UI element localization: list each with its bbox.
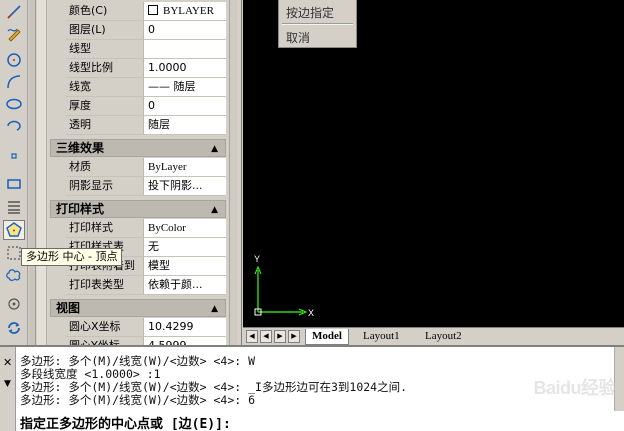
prop-row-color[interactable]: 颜色(C) BYLAYER (66, 2, 226, 21)
prop-value[interactable]: —— 随层 (144, 78, 226, 96)
ucs-icon: Y X (254, 254, 314, 318)
circle-tool-icon[interactable] (3, 50, 25, 70)
ellipse-tool-icon[interactable] (3, 94, 25, 114)
section-plot-style[interactable]: 打印样式 ▲ (50, 200, 226, 218)
prop-key: 颜色(C) (66, 2, 144, 20)
tab-model[interactable]: Model (305, 329, 349, 345)
collapse-caret-icon[interactable]: ▲ (211, 301, 218, 317)
polygon-tooltip: 多边形 中心 - 顶点 (21, 248, 123, 266)
panel-grip-inner[interactable] (37, 0, 47, 345)
first-tab-button[interactable]: ◀ (246, 330, 258, 343)
palette-splitter[interactable] (237, 0, 242, 345)
arc-tool-icon[interactable] (3, 72, 25, 92)
prop-value[interactable]: 0 (144, 21, 226, 39)
prop-key: 圆心Y坐标 (66, 337, 144, 345)
color-swatch-icon (148, 5, 158, 15)
prop-row-transparency[interactable]: 透明 随层 (66, 116, 226, 135)
menu-item-by-edge[interactable]: 按边指定 (286, 4, 334, 21)
prop-key: 阴影显示 (66, 177, 144, 195)
prop-value-text: BYLAYER (163, 5, 214, 17)
section-view[interactable]: 视图 ▲ (50, 299, 226, 317)
prop-key: 线型比例 (66, 59, 144, 77)
collapse-caret-icon[interactable]: ▲ (211, 202, 218, 218)
spring-tool-icon[interactable] (3, 197, 25, 217)
nav-glyph: ◀ (249, 332, 255, 340)
prop-value[interactable]: 随层 (144, 116, 226, 134)
prop-value[interactable]: ByLayer (144, 158, 226, 176)
rectangle-tool-icon[interactable] (3, 174, 25, 194)
layout-tab-bar: ◀ ◀ ▶ ▶ Model Layout1 Layout2 (243, 327, 624, 345)
close-icon[interactable]: ✕ (3, 356, 12, 369)
prev-tab-button[interactable]: ◀ (260, 330, 272, 343)
section-title: 三维效果 (56, 141, 105, 155)
panel-grip[interactable] (29, 0, 36, 345)
pencil-tool-icon[interactable] (3, 24, 25, 44)
nav-glyph: ◀ (263, 332, 269, 340)
polygon-tool-icon[interactable] (3, 220, 25, 240)
command-window: ✕ ▼ 多边形: 多个(M)/线宽(W)/<边数> <4>: W 多段线宽度 <… (0, 345, 624, 431)
nav-glyph: ▶ (277, 332, 283, 340)
command-window-handle[interactable]: ✕ ▼ (0, 347, 16, 431)
prop-row-center-y[interactable]: 圆心Y坐标 4.5999 (66, 337, 226, 345)
prop-value[interactable]: ByColor (144, 219, 226, 237)
prop-key: 材质 (66, 158, 144, 176)
prop-row-layer[interactable]: 图层(L) 0 (66, 21, 226, 40)
ellipse-arc-tool-icon[interactable] (3, 116, 25, 136)
section-title: 打印样式 (56, 202, 105, 216)
prop-value[interactable] (144, 40, 226, 58)
revision-cloud-tool-icon[interactable] (3, 265, 25, 285)
section-3d-effects[interactable]: 三维效果 ▲ (50, 139, 226, 157)
prop-value[interactable]: 投下阴影... (144, 177, 226, 195)
baidu-watermark: Baidu经验 (533, 372, 616, 402)
expand-arrow-icon[interactable]: ▼ (4, 379, 11, 389)
prop-key: 图层(L) (66, 21, 144, 39)
prop-row-linetype-scale[interactable]: 线型比例 1.0000 (66, 59, 226, 78)
prop-value[interactable]: 0 (144, 97, 226, 115)
prop-key: 线型 (66, 40, 144, 58)
nav-glyph: ▶ (291, 332, 297, 340)
donut-tool-icon[interactable] (3, 292, 25, 312)
prop-key: 打印样式 (66, 219, 144, 237)
line-tool-icon[interactable] (3, 2, 25, 22)
prop-value-color[interactable]: BYLAYER (144, 2, 226, 20)
prop-key: 打印表类型 (66, 276, 144, 294)
menu-item-cancel[interactable]: 取消 (286, 29, 310, 46)
ucs-x-label: X (308, 308, 314, 318)
tab-layout2[interactable]: Layout2 (419, 329, 468, 345)
prop-value[interactable]: 10.4299 (144, 318, 226, 336)
prop-key: 线宽 (66, 78, 144, 96)
ucs-y-label: Y (254, 254, 260, 264)
prop-row-lineweight[interactable]: 线宽 —— 随层 (66, 78, 226, 97)
watermark-text: Baidu经验 (533, 378, 616, 398)
point-tool-icon[interactable] (3, 146, 25, 166)
prop-row-plot-style[interactable]: 打印样式 ByColor (66, 219, 226, 238)
refresh-tool-icon[interactable] (3, 318, 25, 338)
prop-value[interactable]: 模型 (144, 257, 226, 275)
prop-value[interactable]: 1.0000 (144, 59, 226, 77)
prop-row-linetype[interactable]: 线型 (66, 40, 226, 59)
draw-toolbar (0, 0, 28, 345)
palette-scrollbar[interactable] (229, 0, 237, 345)
prop-row-center-x[interactable]: 圆心X坐标 10.4299 (66, 318, 226, 337)
prop-key: 透明 (66, 116, 144, 134)
properties-palette: 颜色(C) BYLAYER 图层(L) 0 线型 线型比例 1.0000 线宽 … (48, 0, 228, 345)
menu-separator (282, 23, 353, 25)
context-menu: 按边指定 取消 (278, 0, 357, 48)
prop-value[interactable]: 无 (144, 238, 226, 256)
prop-value[interactable]: 依赖于颜... (144, 276, 226, 294)
tab-layout1[interactable]: Layout1 (357, 329, 406, 345)
collapse-caret-icon[interactable]: ▲ (211, 141, 218, 157)
prop-key: 厚度 (66, 97, 144, 115)
prop-row-shadow[interactable]: 阴影显示 投下阴影... (66, 177, 226, 196)
prop-value[interactable]: 4.5999 (144, 337, 226, 345)
next-tab-button[interactable]: ▶ (274, 330, 286, 343)
prop-row-plot-table-type[interactable]: 打印表类型 依赖于颜... (66, 276, 226, 295)
prop-row-material[interactable]: 材质 ByLayer (66, 158, 226, 177)
prop-key: 圆心X坐标 (66, 318, 144, 336)
history-line: 多边形: 多个(M)/线宽(W)/<边数> <4>: 6 (20, 393, 256, 407)
last-tab-button[interactable]: ▶ (288, 330, 300, 343)
prop-row-thickness[interactable]: 厚度 0 (66, 97, 226, 116)
command-prompt[interactable]: 指定正多边形的中心点或 [边(E)]: (20, 413, 231, 431)
section-title: 视图 (56, 301, 81, 315)
